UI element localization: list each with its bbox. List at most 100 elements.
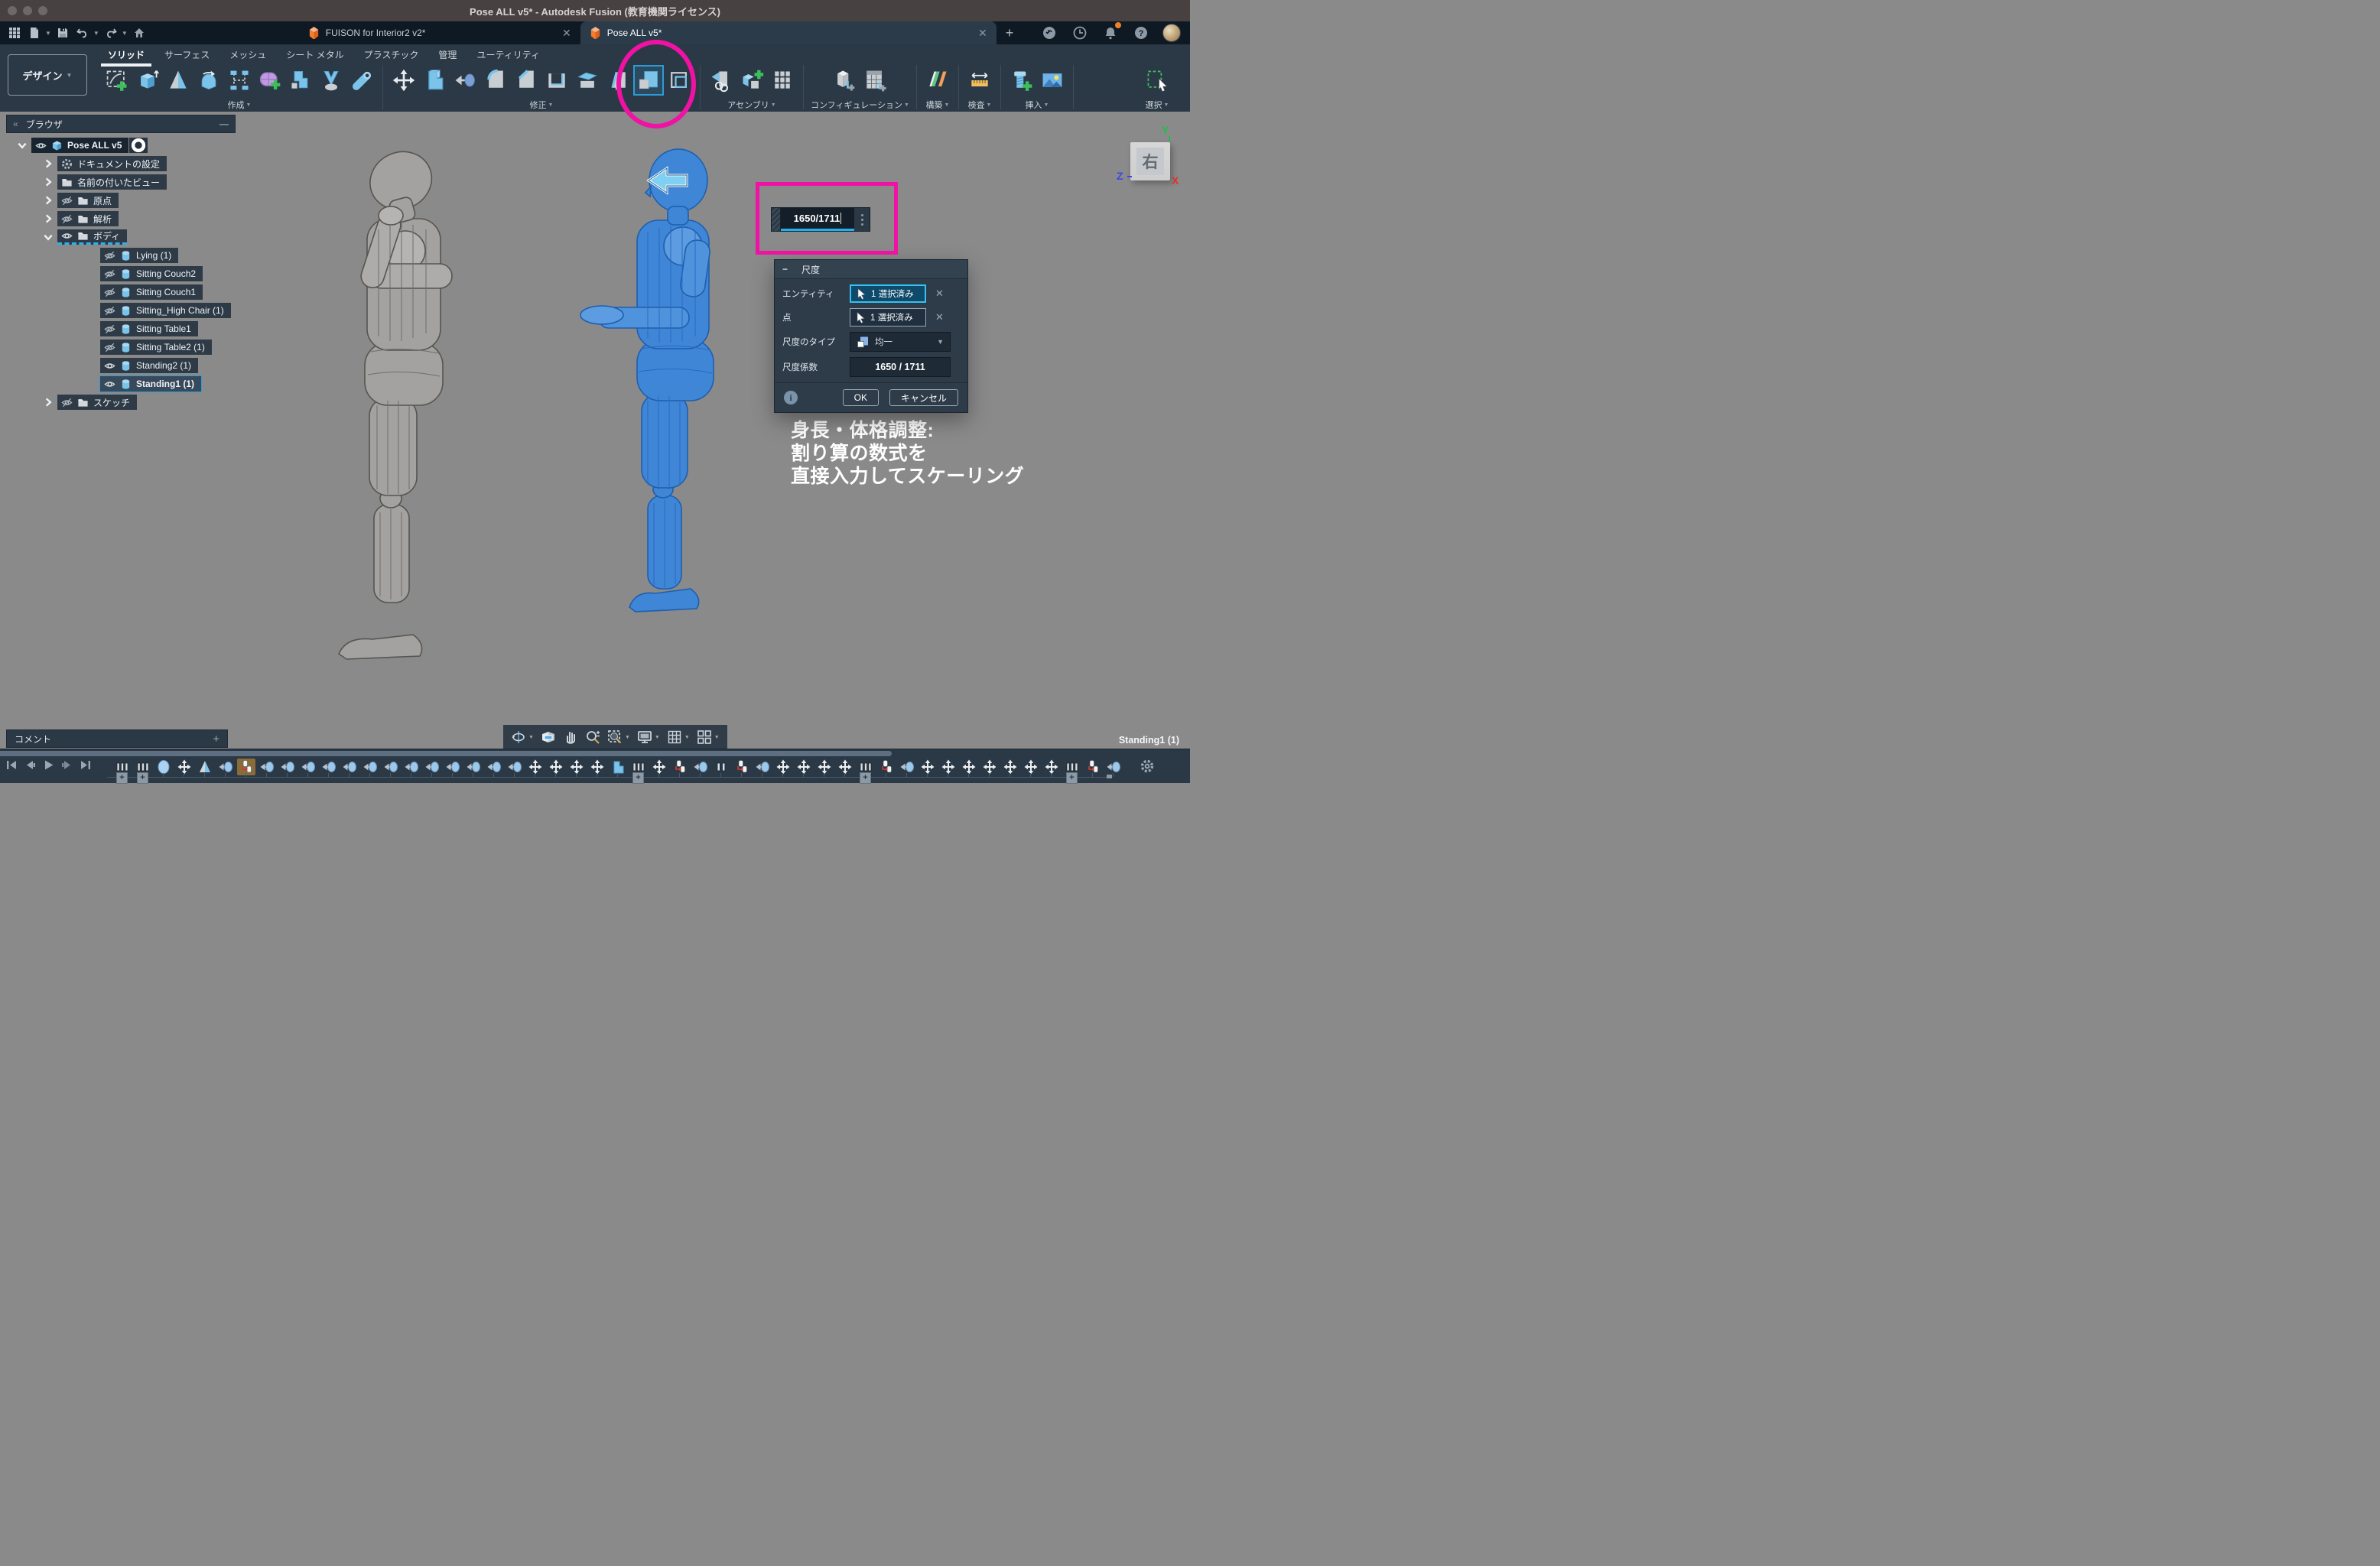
scale-factor-input[interactable]: 1650 / 1711: [850, 357, 951, 377]
ribbon-group-label[interactable]: 挿入▼: [1025, 99, 1049, 111]
tree-item-Lying (1)[interactable]: Lying (1): [100, 248, 178, 263]
eye-off-icon[interactable]: [61, 195, 73, 206]
pan-icon[interactable]: [563, 729, 578, 745]
timeline-op-move[interactable]: [175, 759, 193, 775]
timeline-op-offset[interactable]: [444, 759, 462, 775]
expand-group-button[interactable]: +: [116, 772, 128, 784]
timeline-op-copy[interactable]: [671, 759, 689, 775]
create-sketch-icon[interactable]: [103, 67, 131, 94]
eye-off-icon[interactable]: [104, 323, 115, 335]
timeline-op-offset[interactable]: [485, 759, 503, 775]
info-icon[interactable]: i: [784, 391, 798, 404]
tree-item-Sitting Table1[interactable]: Sitting Table1: [100, 321, 198, 336]
undo-icon[interactable]: [74, 24, 91, 42]
chevron-right-icon[interactable]: [43, 213, 54, 224]
notifications-icon[interactable]: [1101, 24, 1120, 42]
ribbon-tab-シート メタル[interactable]: シート メタル: [276, 47, 353, 66]
display-settings-icon[interactable]: ▼: [637, 729, 660, 745]
combine-icon[interactable]: [421, 67, 448, 94]
pattern-icon[interactable]: [226, 67, 253, 94]
ribbon-tab-管理[interactable]: 管理: [428, 47, 467, 66]
measure-icon[interactable]: [966, 67, 993, 94]
timeline-op-copy[interactable]: [877, 759, 896, 775]
eye-icon[interactable]: [61, 230, 73, 242]
timeline-op-move[interactable]: [980, 759, 999, 775]
zoom-window-icon[interactable]: ▼: [607, 729, 630, 745]
scale-type-dropdown[interactable]: 均一 ▼: [850, 332, 951, 352]
configuration-icon[interactable]: [831, 67, 858, 94]
eye-off-icon[interactable]: [104, 268, 115, 280]
chevron-right-icon[interactable]: [43, 397, 54, 408]
ribbon-group-label[interactable]: 選択▼: [1146, 99, 1169, 111]
create-form-icon[interactable]: [256, 67, 284, 94]
timeline-scrollbar[interactable]: [0, 751, 892, 756]
select-icon[interactable]: [1143, 67, 1171, 94]
pipe-icon[interactable]: [348, 67, 376, 94]
save-icon[interactable]: [54, 24, 71, 42]
timeline-op-offset[interactable]: [423, 759, 441, 775]
timeline-op-offset[interactable]: [361, 759, 379, 775]
construct-plane-icon[interactable]: [924, 67, 951, 94]
tree-item-Standing2 (1)[interactable]: Standing2 (1): [100, 358, 198, 373]
viewports-icon[interactable]: ▼: [697, 729, 720, 745]
look-at-icon[interactable]: [541, 729, 556, 745]
timeline-op-move[interactable]: [526, 759, 545, 775]
eye-off-icon[interactable]: [61, 397, 73, 408]
view-cube-face[interactable]: 右: [1130, 142, 1170, 180]
timeline-op-offset[interactable]: [898, 759, 916, 775]
cancel-button[interactable]: キャンセル: [889, 389, 958, 406]
file-icon[interactable]: [26, 24, 43, 42]
revolve-icon[interactable]: [195, 67, 223, 94]
new-component-icon[interactable]: [738, 67, 766, 94]
timeline-skip-end-button[interactable]: [80, 759, 91, 771]
timeline-op-offset[interactable]: [382, 759, 400, 775]
ribbon-tab-ユーティリティ[interactable]: ユーティリティ: [467, 47, 550, 66]
avatar[interactable]: [1162, 24, 1181, 42]
chevron-down-icon[interactable]: [17, 140, 28, 151]
timeline-op-move[interactable]: [939, 759, 958, 775]
app-grid-icon[interactable]: [6, 24, 23, 42]
help-icon[interactable]: ?: [1132, 24, 1150, 42]
timeline-op-offset[interactable]: [340, 759, 359, 775]
tree-item-Sitting Table2 (1)[interactable]: Sitting Table2 (1): [100, 340, 212, 355]
tree-item-ドキュメントの設定[interactable]: ドキュメントの設定: [57, 156, 167, 171]
timeline-op-offset[interactable]: [691, 759, 710, 775]
expand-group-button[interactable]: +: [632, 772, 644, 784]
gray-figure-standing2[interactable]: [339, 141, 452, 659]
chevron-down-icon[interactable]: [43, 232, 54, 242]
timeline-op-move[interactable]: [960, 759, 978, 775]
timeline-op-copy[interactable]: [733, 759, 751, 775]
eye-off-icon[interactable]: [104, 250, 115, 262]
eye-off-icon[interactable]: [104, 287, 115, 298]
timeline-op-move[interactable]: [1042, 759, 1061, 775]
view-cube[interactable]: Y 右 Z X: [1121, 125, 1188, 193]
joint-table-icon[interactable]: [769, 67, 796, 94]
emboss-icon[interactable]: [317, 67, 345, 94]
collapse-dialog-icon[interactable]: −: [782, 264, 788, 275]
chevron-right-icon[interactable]: [43, 177, 54, 187]
timeline-op-move[interactable]: [795, 759, 813, 775]
press-pull-icon[interactable]: [451, 67, 479, 94]
minimize-window-button[interactable]: [23, 6, 32, 15]
tree-item-Sitting Couch1[interactable]: Sitting Couch1: [100, 284, 203, 300]
timeline-op-offset[interactable]: [320, 759, 338, 775]
insert-fastener-icon[interactable]: [1008, 67, 1036, 94]
timeline-op-offset[interactable]: [464, 759, 483, 775]
fillet-icon[interactable]: [482, 67, 509, 94]
new-tab-button[interactable]: +: [997, 25, 1023, 41]
blue-figure-standing1-selected[interactable]: [580, 149, 714, 612]
maximize-window-button[interactable]: [38, 6, 47, 15]
timeline-op-move[interactable]: [1001, 759, 1019, 775]
timeline-op-move[interactable]: [919, 759, 937, 775]
split-body-icon[interactable]: [574, 67, 601, 94]
collapse-panel-icon[interactable]: «: [13, 119, 18, 129]
ribbon-group-label[interactable]: 構築▼: [925, 99, 949, 111]
insert-image-icon[interactable]: [1039, 67, 1066, 94]
derive-icon[interactable]: [707, 67, 735, 94]
ribbon-tab-プラスチック[interactable]: プラスチック: [354, 47, 429, 66]
timeline-op-move[interactable]: [774, 759, 792, 775]
ribbon-group-label[interactable]: 作成▼: [228, 99, 252, 111]
eye-off-icon[interactable]: [104, 305, 115, 317]
timeline-op-move[interactable]: [836, 759, 854, 775]
comments-panel[interactable]: コメント +: [6, 729, 228, 748]
